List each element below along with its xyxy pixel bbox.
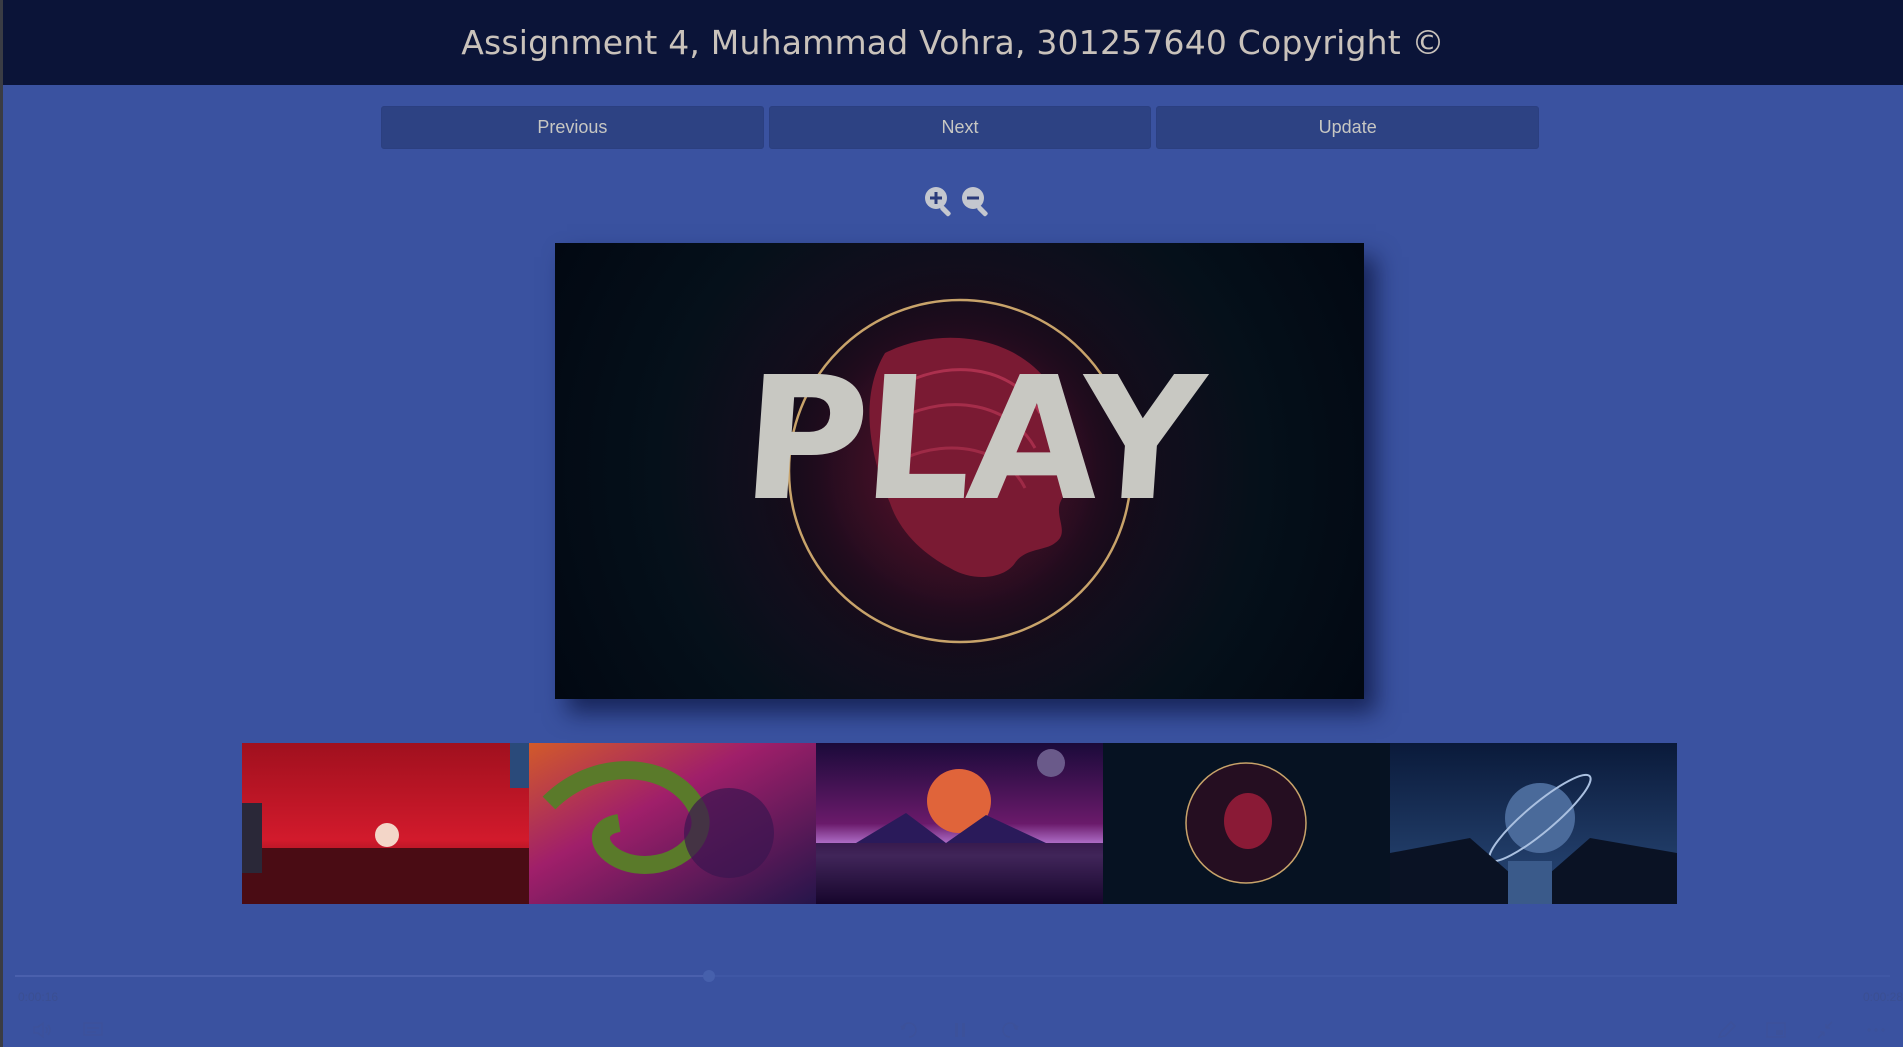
captions-icon[interactable] xyxy=(82,1020,104,1040)
scrubber-progress xyxy=(15,975,709,977)
exit-fullscreen-icon[interactable] xyxy=(1814,1020,1836,1040)
page-title: Assignment 4, Muhammad Vohra, 301257640 … xyxy=(461,23,1445,62)
thumbnail-synthwave-sunset[interactable] xyxy=(816,743,1103,904)
forward-30-icon[interactable] xyxy=(999,1020,1021,1040)
pause-icon[interactable] xyxy=(949,1020,971,1040)
zoom-out-icon[interactable] xyxy=(959,184,995,220)
zoom-in-icon[interactable] xyxy=(922,184,958,220)
rewind-10-icon[interactable] xyxy=(898,1020,920,1040)
previous-button[interactable]: Previous xyxy=(381,106,764,149)
update-button[interactable]: Update xyxy=(1156,106,1540,149)
window-left-edge xyxy=(0,0,3,1047)
pen-icon[interactable] xyxy=(1715,1020,1737,1040)
play-overlay-text: PLAY xyxy=(737,341,1212,539)
volume-icon[interactable] xyxy=(32,1020,54,1040)
main-image-viewer[interactable]: PLAY xyxy=(555,243,1364,699)
thumbnail-planet-staircase[interactable] xyxy=(1390,743,1677,904)
scrubber-handle[interactable] xyxy=(702,970,715,982)
thumbnail-red-city-sunset[interactable] xyxy=(242,743,529,904)
more-options-icon[interactable] xyxy=(1865,1020,1887,1040)
thumbnail-skull-circle[interactable] xyxy=(1103,743,1390,904)
total-time: 0:00:28 xyxy=(1862,990,1903,1004)
thumbnail-dragon-nebula[interactable] xyxy=(529,743,816,904)
playback-scrubber[interactable] xyxy=(15,970,1890,982)
next-button[interactable]: Next xyxy=(768,106,1152,149)
navigation-toolbar: Previous Next Update xyxy=(381,106,1540,149)
picture-in-picture-icon[interactable] xyxy=(1765,1020,1787,1040)
page-header: Assignment 4, Muhammad Vohra, 301257640 … xyxy=(3,0,1903,85)
thumbnail-strip xyxy=(242,743,1678,904)
elapsed-time: 0:00:16 xyxy=(18,990,59,1004)
